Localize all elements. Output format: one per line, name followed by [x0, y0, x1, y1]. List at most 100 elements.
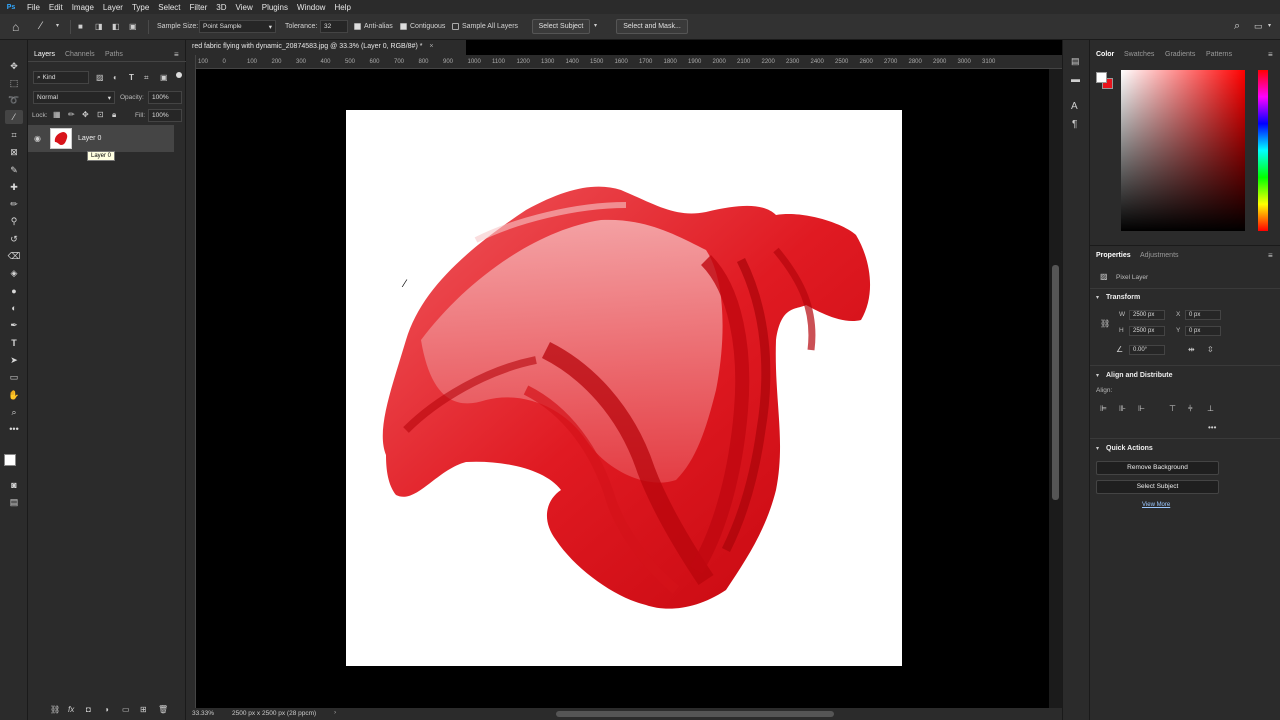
- photoshop-logo[interactable]: Ps: [4, 0, 18, 14]
- tab-gradients[interactable]: Gradients: [1165, 51, 1195, 58]
- dodge-tool-icon[interactable]: ◐: [5, 301, 23, 315]
- fill-input[interactable]: 100%: [148, 109, 182, 122]
- zoom-tool-icon[interactable]: ⌕: [5, 405, 23, 419]
- tab-swatches[interactable]: Swatches: [1124, 51, 1154, 58]
- tab-color[interactable]: Color: [1096, 51, 1114, 58]
- menu-filter[interactable]: Filter: [190, 3, 208, 12]
- contiguous-checkbox[interactable]: [400, 23, 407, 30]
- menu-help[interactable]: Help: [334, 3, 350, 12]
- menu-image[interactable]: Image: [72, 3, 94, 12]
- filter-adjustment-icon[interactable]: ◐: [113, 73, 118, 82]
- horizontal-ruler[interactable]: 100 0 100 200 300 400 500 600 700 800 900 1000 1100 1…: [196, 55, 1062, 69]
- blur-tool-icon[interactable]: ●: [5, 284, 23, 298]
- filter-shape-icon[interactable]: ⌗: [144, 73, 149, 83]
- magic-wand-icon[interactable]: ⁄: [40, 20, 42, 32]
- trash-icon[interactable]: 🗑︎: [158, 705, 168, 714]
- tolerance-input[interactable]: 32: [320, 20, 348, 33]
- menu-view[interactable]: View: [236, 3, 253, 12]
- lasso-tool-icon[interactable]: ➰: [5, 93, 23, 107]
- chevron-down-icon[interactable]: ▾: [1096, 372, 1099, 379]
- document-canvas[interactable]: ⁄: [346, 110, 902, 666]
- history-brush-tool-icon[interactable]: ↺: [5, 232, 23, 246]
- link-icon[interactable]: ⛓: [1100, 319, 1110, 328]
- chevron-down-icon[interactable]: ▾: [1268, 22, 1271, 29]
- clone-stamp-tool-icon[interactable]: ⚲: [5, 214, 23, 228]
- type-tool-icon[interactable]: T: [5, 336, 23, 350]
- add-selection-icon[interactable]: ◨: [95, 22, 103, 31]
- panel-menu-icon[interactable]: ≡: [1268, 251, 1273, 260]
- align-bottom-icon[interactable]: ⊥: [1207, 404, 1214, 413]
- tab-properties[interactable]: Properties: [1096, 252, 1131, 259]
- document-tab[interactable]: red fabric flying with dynamic_20874583.…: [186, 40, 466, 55]
- eyedropper-tool-icon[interactable]: ✎: [5, 163, 23, 177]
- path-selection-tool-icon[interactable]: ➤: [5, 353, 23, 367]
- view-more-link[interactable]: View More: [1142, 502, 1170, 508]
- menu-edit[interactable]: Edit: [49, 3, 63, 12]
- new-layer-icon[interactable]: ⊞: [140, 705, 147, 714]
- magic-wand-tool-icon[interactable]: ⁄: [5, 110, 23, 124]
- tab-adjustments[interactable]: Adjustments: [1140, 252, 1179, 259]
- chevron-down-icon[interactable]: ▾: [1096, 445, 1099, 452]
- pen-tool-icon[interactable]: ✒: [5, 318, 23, 332]
- search-icon[interactable]: ⌕: [1234, 20, 1240, 33]
- move-tool-icon[interactable]: ✥: [5, 59, 23, 73]
- select-subject-button[interactable]: Select Subject: [1096, 480, 1219, 494]
- height-input[interactable]: 2500 px: [1129, 326, 1165, 336]
- flip-vertical-icon[interactable]: ⇳: [1207, 345, 1214, 354]
- chevron-down-icon[interactable]: ▾: [56, 22, 59, 29]
- menu-plugins[interactable]: Plugins: [262, 3, 288, 12]
- adjustment-layer-icon[interactable]: ◑: [104, 705, 109, 714]
- menu-type[interactable]: Type: [132, 3, 149, 12]
- align-center-horizontal-icon[interactable]: ⊪: [1119, 404, 1126, 413]
- lock-transparent-icon[interactable]: ▦: [53, 110, 61, 119]
- align-middle-vertical-icon[interactable]: ⫩: [1188, 404, 1193, 414]
- align-top-icon[interactable]: ⊤: [1169, 404, 1176, 413]
- horizontal-scrollbar[interactable]: [556, 711, 834, 717]
- menu-3d[interactable]: 3D: [216, 3, 226, 12]
- subtract-selection-icon[interactable]: ◧: [112, 22, 120, 31]
- filter-type-icon[interactable]: T: [129, 73, 134, 82]
- flip-horizontal-icon[interactable]: ⇹: [1188, 345, 1195, 354]
- link-layers-icon[interactable]: ⛓: [50, 705, 60, 714]
- workspace-icon[interactable]: ▭: [1254, 21, 1263, 32]
- quick-mask-icon[interactable]: ◙: [5, 478, 23, 492]
- frame-tool-icon[interactable]: ⊠: [5, 145, 23, 159]
- lock-pixels-icon[interactable]: ✏: [68, 110, 75, 119]
- layer-row[interactable]: ◉ Layer 0: [28, 125, 174, 152]
- close-icon[interactable]: ×: [429, 43, 433, 50]
- add-mask-icon[interactable]: ◘: [86, 705, 91, 714]
- more-tools-icon[interactable]: •••: [5, 422, 23, 436]
- opacity-input[interactable]: 100%: [148, 91, 182, 104]
- tab-channels[interactable]: Channels: [65, 51, 95, 58]
- paint-bucket-tool-icon[interactable]: ◈: [5, 266, 23, 280]
- hand-tool-icon[interactable]: ✋: [5, 388, 23, 402]
- rectangle-tool-icon[interactable]: ▭: [5, 370, 23, 384]
- layer-filter-select[interactable]: ⌕ Kind: [33, 71, 89, 84]
- angle-input[interactable]: 0.00°: [1129, 345, 1165, 355]
- menu-window[interactable]: Window: [297, 3, 325, 12]
- vertical-ruler[interactable]: [186, 55, 196, 708]
- lock-all-icon[interactable]: 🔒︎: [112, 110, 116, 120]
- anti-alias-checkbox[interactable]: [354, 23, 361, 30]
- fx-icon[interactable]: fx: [68, 705, 74, 714]
- eraser-tool-icon[interactable]: ⌫: [5, 249, 23, 263]
- chevron-right-icon[interactable]: ›: [334, 709, 336, 716]
- tab-paths[interactable]: Paths: [105, 51, 123, 58]
- zoom-level[interactable]: 33.33%: [192, 710, 214, 717]
- sample-size-select[interactable]: Point Sample ▾: [199, 20, 276, 33]
- group-folder-icon[interactable]: ▭: [122, 705, 130, 714]
- chevron-down-icon[interactable]: ▾: [594, 22, 597, 29]
- comments-icon[interactable]: ▬: [1071, 74, 1080, 84]
- blend-mode-select[interactable]: Normal ▾: [33, 91, 115, 104]
- menu-select[interactable]: Select: [158, 3, 180, 12]
- brush-tool-icon[interactable]: ✏: [5, 197, 23, 211]
- more-options-icon[interactable]: •••: [1208, 423, 1216, 432]
- paragraph-icon[interactable]: ¶: [1072, 119, 1077, 130]
- screen-mode-icon[interactable]: ▤: [5, 495, 23, 509]
- select-and-mask-button[interactable]: Select and Mask...: [616, 19, 688, 34]
- panel-menu-icon[interactable]: ≡: [174, 50, 179, 59]
- tab-patterns[interactable]: Patterns: [1206, 51, 1232, 58]
- foreground-color-swatch[interactable]: [1096, 72, 1107, 83]
- character-icon[interactable]: A: [1071, 101, 1078, 112]
- sample-all-layers-checkbox[interactable]: [452, 23, 459, 30]
